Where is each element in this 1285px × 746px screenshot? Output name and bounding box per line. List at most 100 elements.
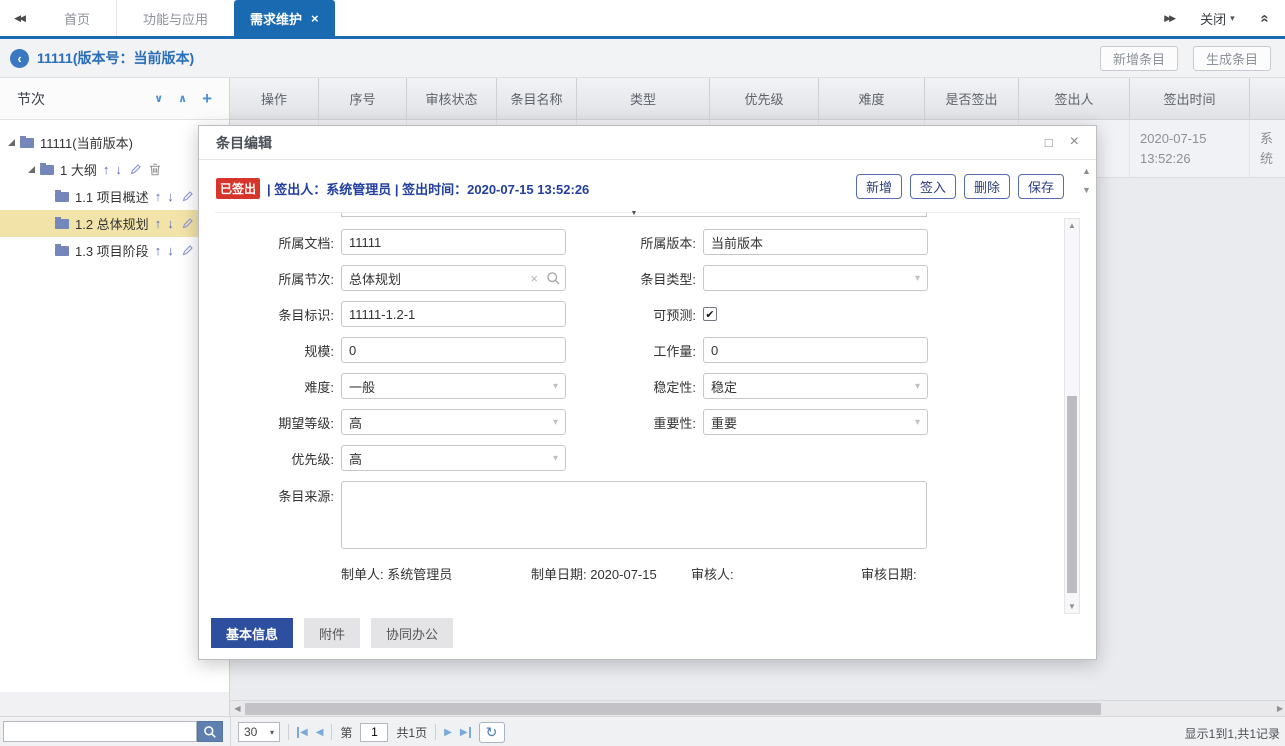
workload-input[interactable] (703, 337, 928, 363)
tab-home[interactable]: 首页 (38, 0, 116, 36)
col-checked-out[interactable]: 是否签出 (925, 78, 1019, 119)
col-checkout-time[interactable]: 签出时间 (1130, 78, 1250, 119)
caret-down-icon: ▾ (553, 453, 558, 464)
horizontal-scrollbar[interactable]: ◀ ▶ (230, 700, 1285, 716)
maximize-icon[interactable]: □ (1045, 135, 1053, 150)
difficulty-select[interactable]: 一般 ▾ (341, 373, 566, 399)
tab-collaboration[interactable]: 协同办公 (371, 618, 453, 648)
scroll-up-icon[interactable]: ▲ (1065, 221, 1079, 230)
page-size-select[interactable]: 30 ▾ (238, 722, 280, 742)
cell-extra: 系统 (1250, 120, 1285, 177)
edit-icon[interactable] (181, 217, 194, 230)
close-icon[interactable]: × (1070, 135, 1079, 150)
search-input[interactable] (3, 721, 197, 742)
caret-down-icon: ▾ (553, 417, 558, 428)
move-up-icon[interactable]: ↑ (155, 189, 162, 204)
tree-node-planning[interactable]: 1.2 总体规划 ↑ ↓ (0, 210, 229, 237)
tab-basic-info[interactable]: 基本信息 (211, 618, 293, 648)
add-node-icon[interactable]: + (202, 90, 212, 107)
expectation-select[interactable]: 高 ▾ (341, 409, 566, 435)
stability-select[interactable]: 稳定 ▾ (703, 373, 928, 399)
tree-node-root[interactable]: 11111(当前版本) (0, 129, 229, 156)
move-up-icon[interactable]: ↑ (103, 162, 110, 177)
tree-node-overview[interactable]: 1.1 项目概述 ↑ ↓ (0, 183, 229, 210)
section-input[interactable] (349, 271, 530, 286)
search-button[interactable] (197, 721, 223, 742)
back-button[interactable]: ‹ (10, 49, 29, 68)
scrollbar-thumb[interactable] (245, 703, 1101, 715)
move-down-icon[interactable]: ↓ (167, 216, 174, 231)
collapse-up-icon[interactable]: « (1256, 14, 1273, 22)
dialog-scrollbar: ▲ ▼ (1080, 166, 1093, 195)
edit-icon[interactable] (181, 190, 194, 203)
col-type[interactable]: 类型 (577, 78, 710, 119)
scroll-right-icon[interactable]: ▶ (1277, 704, 1283, 713)
importance-select[interactable]: 重要 ▾ (703, 409, 928, 435)
source-textarea[interactable] (341, 481, 927, 549)
delete-button[interactable]: 删除 (964, 174, 1010, 199)
tab-home-label: 首页 (64, 9, 90, 28)
next-page-icon[interactable]: ▶ (444, 727, 452, 738)
tab-close-icon[interactable]: × (311, 11, 319, 26)
col-checkout-user[interactable]: 签出人 (1019, 78, 1130, 119)
scale-input[interactable] (341, 337, 566, 363)
search-icon[interactable] (546, 271, 561, 286)
tree-expander-icon[interactable] (28, 166, 35, 173)
tree-expander-icon[interactable] (8, 139, 15, 146)
delete-icon[interactable] (149, 163, 161, 176)
priority-select[interactable]: 高 ▾ (341, 445, 566, 471)
save-button[interactable]: 保存 (1018, 174, 1064, 199)
checkin-button[interactable]: 签入 (910, 174, 956, 199)
edit-icon[interactable] (129, 163, 142, 176)
prev-page-icon[interactable]: ◀ (316, 727, 324, 738)
scroll-left-icon[interactable]: ◀ (230, 704, 245, 713)
add-entry-button[interactable]: 新增条目 (1100, 46, 1178, 71)
scroll-down-icon[interactable]: ▼ (1080, 185, 1093, 195)
page-number-input[interactable] (360, 723, 388, 742)
tab-requirements[interactable]: 需求维护 × (234, 0, 335, 36)
generate-entry-button[interactable]: 生成条目 (1193, 46, 1271, 71)
col-seq[interactable]: 序号 (319, 78, 407, 119)
refresh-button[interactable]: ↻ (479, 722, 505, 743)
tab-attachments[interactable]: 附件 (304, 618, 360, 648)
predictable-checkbox[interactable]: ✔ (703, 307, 717, 321)
move-down-icon[interactable]: ↓ (115, 162, 122, 177)
scrollbar-thumb[interactable] (1067, 396, 1077, 593)
clear-icon[interactable]: × (530, 271, 538, 286)
col-priority[interactable]: 优先级 (710, 78, 819, 119)
tab-functions[interactable]: 功能与应用 (116, 0, 234, 36)
move-up-icon[interactable]: ↑ (155, 216, 162, 231)
move-down-icon[interactable]: ↓ (167, 243, 174, 258)
scroll-up-icon[interactable]: ▲ (1080, 166, 1093, 176)
version-input[interactable] (703, 229, 928, 255)
section-lookup-field[interactable]: × (341, 265, 566, 291)
edit-icon[interactable] (181, 244, 194, 257)
move-down-icon[interactable]: ↓ (167, 189, 174, 204)
identifier-label: 条目标识: (215, 305, 341, 324)
entry-type-label: 条目类型: (566, 269, 703, 288)
form-scrollbar[interactable]: ▲ ▼ (1064, 218, 1080, 614)
close-menu-button[interactable]: 关闭 ▾ (1200, 9, 1235, 28)
last-page-icon[interactable]: ▶ (460, 727, 471, 738)
tree-node-phase[interactable]: 1.3 项目阶段 ↑ ↓ (0, 237, 229, 264)
doc-label: 所属文档: (215, 233, 341, 252)
collapse-all-icon[interactable]: ∧ (178, 92, 187, 105)
col-operation[interactable]: 操作 (230, 78, 319, 119)
add-button[interactable]: 新增 (856, 174, 902, 199)
scroll-down-icon[interactable]: ▼ (1065, 602, 1079, 611)
col-difficulty[interactable]: 难度 (819, 78, 925, 119)
page-size-value: 30 (244, 725, 257, 739)
expand-all-icon[interactable]: ∨ (154, 92, 163, 105)
first-page-icon[interactable]: ◀ (297, 727, 308, 738)
col-audit-status[interactable]: 审核状态 (407, 78, 497, 119)
identifier-input[interactable] (341, 301, 566, 327)
col-entry-name[interactable]: 条目名称 (497, 78, 577, 119)
expand-right-icon[interactable]: ▶▶ (1164, 13, 1174, 24)
tree-node-outline[interactable]: 1 大纲 ↑ ↓ (0, 156, 229, 183)
collapse-left-icon[interactable]: ◀◀ (0, 0, 38, 36)
toolbar: ‹ 11111(版本号：当前版本) 新增条目 生成条目 (0, 39, 1285, 78)
move-up-icon[interactable]: ↑ (155, 243, 162, 258)
dialog-titlebar[interactable]: 条目编辑 □ × (199, 126, 1096, 160)
entry-type-select[interactable]: ▾ (703, 265, 928, 291)
doc-input[interactable] (341, 229, 566, 255)
